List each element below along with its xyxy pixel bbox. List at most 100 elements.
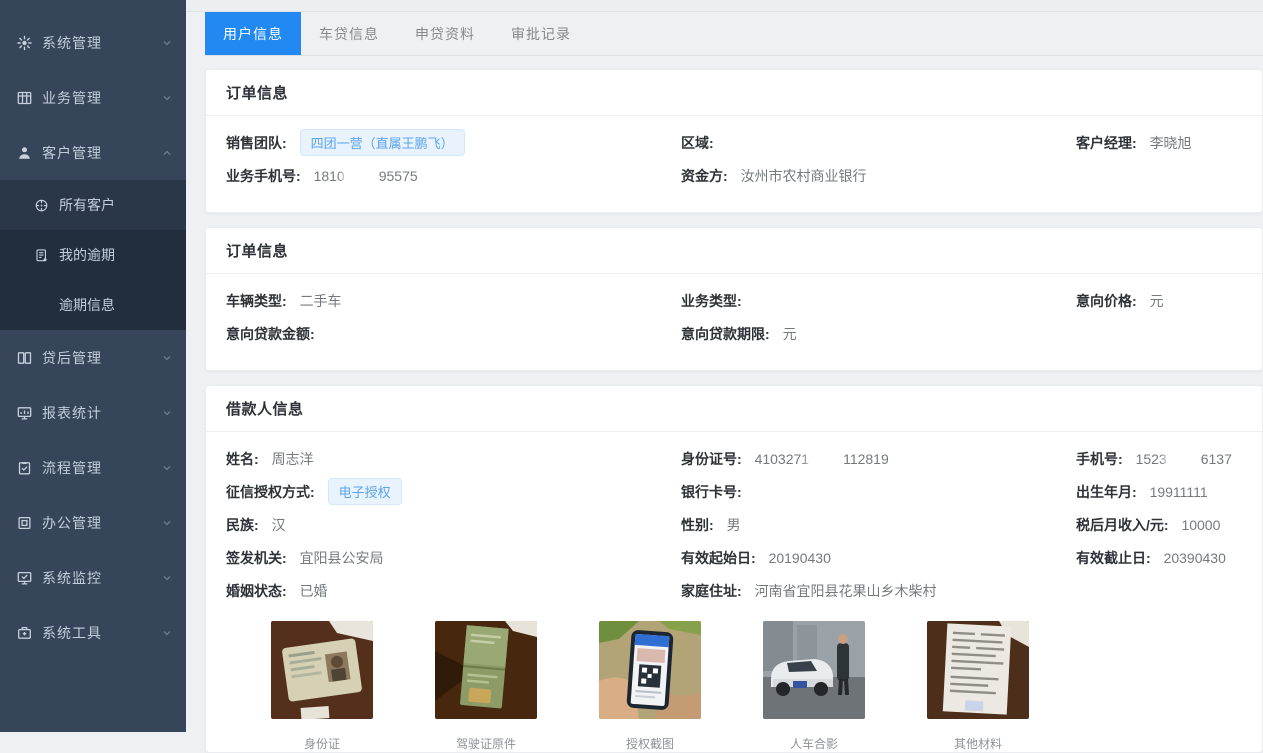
field-business-type: 业务类型: [681, 291, 1076, 311]
sidebar-item-system-tools[interactable]: 系统工具 [0, 605, 186, 660]
field-vehicle-type: 车辆类型: 二手车 [226, 291, 681, 311]
sidebar: 系统管理 业务管理 客户管理 所有客户 我的逾期 逾期信息 贷后管理 报表统计 [0, 0, 186, 732]
chevron-down-icon [162, 38, 172, 48]
field-marital-status: 婚姻状态: 已婚 [226, 581, 681, 601]
top-strip [186, 0, 1263, 12]
chevron-down-icon [162, 353, 172, 363]
field-ethnicity: 民族: 汉 [226, 515, 681, 535]
tab-user-info[interactable]: 用户信息 [205, 12, 301, 55]
chevron-down-icon [162, 93, 172, 103]
sidebar-item-label: 我的逾期 [59, 245, 115, 265]
notebook-icon [34, 248, 49, 263]
field-valid-from: 有效起始日: 20190430 [681, 548, 1076, 568]
photo-caption: 身份证 [271, 735, 373, 752]
field-row: 意向贷款金额: 意向贷款期限: 元 [226, 317, 1242, 350]
sidebar-item-my-overdue[interactable]: 我的逾期 [0, 230, 186, 280]
field-sales-team: 销售团队: 四团一营（直属王鹏飞） [226, 129, 681, 156]
document-photo[interactable]: 其他材料 [927, 621, 1029, 752]
tab-car-loan-info[interactable]: 车贷信息 [301, 12, 397, 55]
monitor-check-icon [16, 570, 33, 586]
clipboard-icon [16, 460, 33, 476]
sidebar-item-all-customers[interactable]: 所有客户 [0, 180, 186, 230]
monitor-icon [16, 405, 33, 421]
main-content: 用户信息 车贷信息 申贷资料 审批记录 订单信息 销售团队: 四团一营（直属王鹏… [186, 0, 1263, 732]
sidebar-item-label: 逾期信息 [59, 295, 115, 315]
tab-loan-application-docs[interactable]: 申贷资料 [397, 12, 493, 55]
user-icon [16, 145, 33, 161]
field-funder: 资金方: 汝州市农村商业银行 [681, 166, 1076, 186]
chevron-down-icon [162, 573, 172, 583]
chevron-down-icon [162, 463, 172, 473]
field-birth-date: 出生年月: 19911111 [1076, 482, 1242, 502]
credit-auth-tag[interactable]: 电子授权 [328, 478, 402, 505]
photo-caption: 驾驶证原件 [435, 735, 537, 752]
sidebar-item-label: 所有客户 [59, 195, 115, 215]
photo-caption: 授权截图 [599, 735, 701, 752]
sidebar-item-label: 办公管理 [42, 513, 102, 533]
borrower-info-card: 借款人信息 姓名: 周志洋 身份证号: 4103271112819 手机号: 1… [205, 385, 1263, 753]
card-title: 订单信息 [206, 228, 1262, 274]
photo-caption: 人车合影 [763, 735, 865, 752]
sidebar-item-label: 业务管理 [42, 88, 102, 108]
field-row: 婚姻状态: 已婚 家庭住址: 河南省宜阳县花果山乡木柴村 [226, 574, 1242, 607]
card-title: 订单信息 [206, 70, 1262, 116]
field-row: 业务手机号: 181095575 资金方: 汝州市农村商业银行 [226, 159, 1242, 192]
phone-authorization-photo[interactable]: 授权截图 [599, 621, 701, 752]
id-number-value: 4103271112819 [755, 451, 889, 467]
card-title: 借款人信息 [206, 386, 1262, 432]
grid-icon [16, 90, 33, 106]
redaction-blur [1168, 451, 1200, 466]
sidebar-item-label: 客户管理 [42, 143, 102, 163]
field-row: 车辆类型: 二手车 业务类型: 意向价格: 元 [226, 284, 1242, 317]
field-business-phone: 业务手机号: 181095575 [226, 166, 681, 186]
business-phone-value: 181095575 [314, 168, 418, 184]
field-intended-loan-amount: 意向贷款金额: [226, 324, 681, 344]
chevron-down-icon [162, 408, 172, 418]
field-valid-to: 有效截止日: 20390430 [1076, 548, 1242, 568]
field-row: 民族: 汉 性别: 男 税后月收入/元: 10000 [226, 508, 1242, 541]
field-row: 销售团队: 四团一营（直属王鹏飞） 区域: 客户经理: 李晓旭 [226, 126, 1242, 159]
sidebar-item-office-management[interactable]: 办公管理 [0, 495, 186, 550]
sidebar-item-report-statistics[interactable]: 报表统计 [0, 385, 186, 440]
phone-value: 15236137 [1136, 451, 1232, 467]
document-photos: 身份证 [271, 621, 1242, 752]
sidebar-item-postloan-management[interactable]: 贷后管理 [0, 330, 186, 385]
id-card-photo[interactable]: 身份证 [271, 621, 373, 752]
field-issuing-authority: 签发机关: 宜阳县公安局 [226, 548, 681, 568]
chevron-up-icon [162, 148, 172, 158]
customer-management-submenu: 所有客户 我的逾期 逾期信息 [0, 180, 186, 330]
field-intended-loan-term: 意向贷款期限: 元 [681, 324, 1076, 344]
photo-caption: 其他材料 [927, 735, 1029, 752]
sidebar-item-business-management[interactable]: 业务管理 [0, 70, 186, 125]
sidebar-item-label: 系统监控 [42, 568, 102, 588]
person-car-photo[interactable]: 人车合影 [763, 621, 865, 752]
sidebar-item-label: 报表统计 [42, 403, 102, 423]
field-credit-auth: 征信授权方式: 电子授权 [226, 478, 681, 505]
chevron-down-icon [162, 628, 172, 638]
green-booklet-photo[interactable]: 驾驶证原件 [435, 621, 537, 752]
field-monthly-income: 税后月收入/元: 10000 [1076, 515, 1242, 535]
field-gender: 性别: 男 [681, 515, 1076, 535]
field-account-manager: 客户经理: 李晓旭 [1076, 133, 1242, 153]
sidebar-item-label: 系统管理 [42, 33, 102, 53]
sidebar-item-system-monitor[interactable]: 系统监控 [0, 550, 186, 605]
sidebar-item-label: 流程管理 [42, 458, 102, 478]
chevron-down-icon [162, 518, 172, 528]
sales-team-tag[interactable]: 四团一营（直属王鹏飞） [300, 129, 465, 156]
book-icon [16, 350, 33, 366]
field-home-address: 家庭住址: 河南省宜阳县花果山乡木柴村 [681, 581, 1076, 601]
field-region: 区域: [681, 133, 1076, 153]
sidebar-item-customer-management[interactable]: 客户管理 [0, 125, 186, 180]
redaction-blur [346, 168, 378, 183]
sidebar-item-overdue-info[interactable]: 逾期信息 [0, 280, 186, 330]
sidebar-item-system-management[interactable]: 系统管理 [0, 15, 186, 70]
tab-approval-records[interactable]: 审批记录 [493, 12, 589, 55]
field-phone: 手机号: 15236137 [1076, 449, 1242, 469]
field-row: 签发机关: 宜阳县公安局 有效起始日: 20190430 有效截止日: 2039… [226, 541, 1242, 574]
gear-icon [16, 35, 33, 51]
tab-bar: 用户信息 车贷信息 申贷资料 审批记录 [205, 12, 1263, 56]
order-info-card-1: 订单信息 销售团队: 四团一营（直属王鹏飞） 区域: 客户经理: 李晓旭 业务手… [205, 69, 1263, 213]
sidebar-item-process-management[interactable]: 流程管理 [0, 440, 186, 495]
field-name: 姓名: 周志洋 [226, 449, 681, 469]
sidebar-item-label: 贷后管理 [42, 348, 102, 368]
